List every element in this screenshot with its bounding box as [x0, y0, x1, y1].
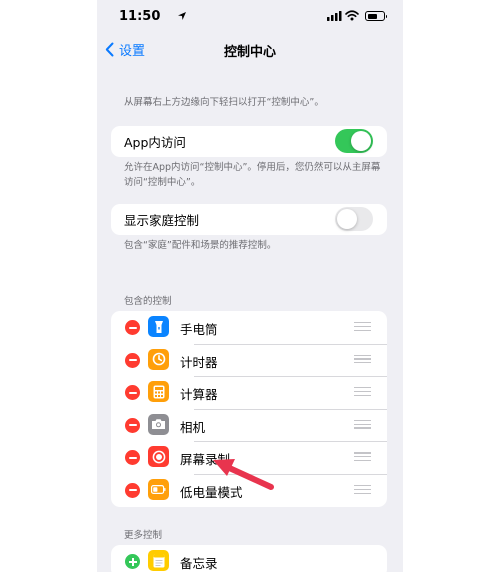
- reorder-handle[interactable]: [354, 322, 371, 331]
- control-row-timer: 计时器: [111, 343, 387, 377]
- page-title: 控制中心: [223, 45, 276, 60]
- control-label: 相机: [180, 419, 206, 435]
- low-power-icon: [148, 478, 169, 500]
- wifi-icon: [345, 10, 359, 21]
- home-controls-toggle[interactable]: [335, 207, 373, 231]
- home-controls-note: 包含“家庭”配件和场景的推荐控制。: [124, 240, 277, 251]
- control-label: 计时器: [180, 354, 218, 370]
- home-controls-cell: 显示家庭控制: [111, 204, 387, 235]
- app-access-toggle[interactable]: [335, 129, 373, 153]
- remove-button[interactable]: [125, 320, 140, 335]
- more-controls-header: 更多控制: [124, 530, 163, 541]
- flashlight-icon: [148, 316, 169, 337]
- intro-note: 从屏幕右上方边缘向下轻扫以打开“控制中心”。: [124, 97, 324, 108]
- control-row-low-power: 低电量模式: [111, 473, 387, 507]
- toggle-knob: [351, 131, 371, 151]
- status-time: 11:50: [119, 9, 161, 24]
- status-bar: 11:50: [97, 0, 403, 34]
- location-arrow-icon: [178, 12, 186, 20]
- remove-button[interactable]: [125, 482, 140, 498]
- app-access-cell: App内访问: [111, 126, 387, 157]
- cellular-signal-icon: [327, 11, 342, 21]
- reorder-handle[interactable]: [354, 387, 371, 397]
- control-label: 低电量模式: [180, 484, 243, 500]
- control-row-notes: 备忘录: [111, 545, 387, 572]
- control-row-camera: 相机: [111, 408, 387, 442]
- app-access-group: App内访问: [111, 126, 387, 157]
- add-button[interactable]: [125, 554, 140, 569]
- screen-recording-icon: [148, 446, 169, 468]
- reorder-handle[interactable]: [354, 452, 371, 462]
- notes-icon: [148, 550, 169, 571]
- control-label: 计算器: [180, 387, 218, 403]
- control-label: 备忘录: [180, 556, 218, 571]
- control-row-flashlight: 手电筒: [111, 311, 387, 344]
- remove-button[interactable]: [125, 450, 140, 466]
- home-controls-group: 显示家庭控制: [111, 204, 387, 235]
- remove-button[interactable]: [125, 352, 140, 368]
- phone-screen: 11:50 设置 控制中心 从屏幕右上方边缘向下轻扫以打开“控制中心”。 App…: [97, 0, 403, 572]
- app-access-label: App内访问: [124, 135, 186, 150]
- timer-icon: [148, 348, 169, 370]
- battery-icon: [365, 11, 387, 21]
- app-access-note: 允许在App内访问“控制中心”。停用后，您仍然可以从主屏幕访问“控制中心”。: [124, 162, 381, 188]
- control-label: 手电筒: [180, 322, 218, 337]
- control-row-calculator: 计算器: [111, 376, 387, 409]
- control-row-screen-recording: 屏幕录制: [111, 441, 387, 474]
- navigation-bar: 设置 控制中心: [97, 34, 403, 64]
- control-label: 屏幕录制: [180, 452, 231, 468]
- included-controls-header: 包含的控制: [124, 296, 172, 307]
- remove-button[interactable]: [125, 385, 140, 401]
- home-controls-label: 显示家庭控制: [124, 213, 200, 228]
- toggle-knob: [337, 209, 357, 229]
- camera-icon: [148, 413, 169, 435]
- reorder-handle[interactable]: [354, 484, 371, 494]
- remove-button[interactable]: [125, 417, 140, 433]
- calculator-icon: [148, 381, 169, 403]
- reorder-handle[interactable]: [354, 419, 371, 429]
- reorder-handle[interactable]: [354, 354, 371, 364]
- included-controls-list: 手电筒 计时器 计算器 相机 屏幕录制 低电量模式: [111, 311, 387, 507]
- more-controls-list: 备忘录: [111, 545, 387, 572]
